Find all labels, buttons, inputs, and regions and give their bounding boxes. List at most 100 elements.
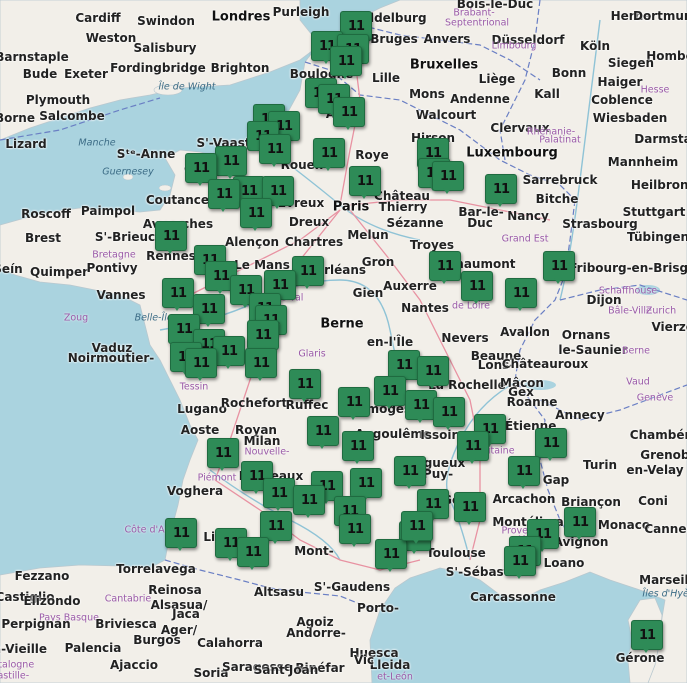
marker-pointer — [385, 403, 393, 409]
marker-label: 11 — [412, 397, 430, 413]
marker-box: 11 — [207, 438, 239, 468]
map-marker-11[interactable]: 11 — [330, 46, 362, 80]
marker-pointer — [468, 458, 476, 464]
marker-pointer — [444, 424, 452, 430]
map-marker-11[interactable]: 11 — [339, 514, 371, 548]
map-marker-11[interactable]: 11 — [338, 387, 370, 421]
marker-label: 11 — [401, 463, 419, 479]
map-marker-11[interactable]: 11 — [307, 416, 339, 450]
marker-box: 11 — [535, 428, 567, 458]
marker-label: 11 — [222, 153, 240, 169]
marker-label: 11 — [240, 183, 258, 199]
map-marker-11[interactable]: 11 — [208, 179, 240, 213]
map-marker-11[interactable]: 11 — [313, 138, 345, 172]
marker-label: 11 — [345, 394, 363, 410]
marker-box: 11 — [213, 336, 245, 366]
marker-box: 11 — [240, 198, 272, 228]
marker-pointer — [324, 165, 332, 171]
marker-pointer — [226, 555, 234, 561]
map-marker-11[interactable]: 11 — [432, 161, 464, 195]
marker-pointer — [196, 180, 204, 186]
marker-box: 11 — [350, 468, 382, 498]
map-marker-11[interactable]: 11 — [508, 456, 540, 490]
map-marker-11[interactable]: 11 — [213, 336, 245, 370]
map-marker-11[interactable]: 11 — [349, 166, 381, 200]
marker-label: 11 — [424, 363, 442, 379]
marker-box: 11 — [631, 620, 663, 650]
map-marker-11[interactable]: 11 — [631, 620, 663, 654]
land-guernsey — [122, 173, 134, 181]
map-marker-11[interactable]: 11 — [293, 485, 325, 519]
map-marker-11[interactable]: 11 — [485, 174, 517, 208]
map-marker-11[interactable]: 11 — [240, 198, 272, 232]
map-marker-11[interactable]: 11 — [162, 278, 194, 312]
marker-pointer — [176, 545, 184, 551]
marker-box: 11 — [263, 478, 295, 508]
marker-label: 11 — [356, 173, 374, 189]
map-marker-11[interactable]: 11 — [215, 146, 247, 180]
marker-pointer — [412, 538, 420, 544]
marker-box: 11 — [333, 97, 365, 127]
marker-box: 11 — [485, 174, 517, 204]
marker-pointer — [341, 73, 349, 79]
marker-pointer — [353, 458, 361, 464]
marker-box: 11 — [330, 46, 362, 76]
map-marker-11[interactable]: 11 — [394, 456, 426, 490]
map-marker-11[interactable]: 11 — [289, 369, 321, 403]
marker-label: 11 — [382, 546, 400, 562]
marker-label: 11 — [349, 438, 367, 454]
marker-label: 11 — [464, 438, 482, 454]
marker-label: 11 — [215, 186, 233, 202]
land-jersey — [158, 184, 172, 192]
map-marker-11[interactable]: 11 — [342, 431, 374, 465]
map-marker-11[interactable]: 11 — [263, 478, 295, 512]
map-marker-11[interactable]: 11 — [505, 278, 537, 312]
map-marker-11[interactable]: 11 — [417, 356, 449, 390]
map-marker-11[interactable]: 11 — [543, 251, 575, 285]
marker-label: 11 — [424, 496, 442, 512]
marker-label: 11 — [269, 183, 287, 199]
marker-label: 11 — [346, 521, 364, 537]
marker-label: 11 — [299, 263, 317, 279]
map-marker-11[interactable]: 11 — [429, 251, 461, 285]
marker-box: 11 — [307, 416, 339, 446]
map-marker-11[interactable]: 11 — [165, 518, 197, 552]
marker-label: 11 — [214, 445, 232, 461]
marker-pointer — [428, 383, 436, 389]
map-marker-11[interactable]: 11 — [292, 256, 324, 290]
map-marker-11[interactable]: 11 — [433, 397, 465, 431]
marker-box: 11 — [247, 320, 279, 350]
map-marker-11[interactable]: 11 — [374, 376, 406, 410]
marker-pointer — [322, 58, 330, 64]
marker-box: 11 — [313, 138, 345, 168]
map-marker-11[interactable]: 11 — [155, 221, 187, 255]
map-marker-11[interactable]: 11 — [333, 97, 365, 131]
marker-box: 11 — [342, 431, 374, 461]
map-marker-11[interactable]: 11 — [454, 492, 486, 526]
map-marker-11[interactable]: 11 — [245, 348, 277, 382]
marker-label: 11 — [381, 383, 399, 399]
marker-pointer — [472, 298, 480, 304]
marker-label: 11 — [440, 404, 458, 420]
map-marker-11[interactable]: 11 — [504, 546, 536, 580]
marker-label: 11 — [638, 627, 656, 643]
marker-pointer — [516, 305, 524, 311]
map-marker-11[interactable]: 11 — [564, 507, 596, 541]
map-marker-11[interactable]: 11 — [457, 431, 489, 465]
map-marker-11[interactable]: 11 — [461, 271, 493, 305]
marker-box: 11 — [429, 251, 461, 281]
marker-label: 11 — [461, 499, 479, 515]
map-marker-11[interactable]: 11 — [207, 438, 239, 472]
map-marker-11[interactable]: 11 — [237, 537, 269, 571]
marker-label: 11 — [542, 435, 560, 451]
marker-label: 11 — [247, 205, 265, 221]
marker-pointer — [440, 278, 448, 284]
map-marker-11[interactable]: 11 — [185, 348, 217, 382]
map-view[interactable]: Cardiff Swindon Londres Purleigh Middelburg B… — [0, 0, 687, 683]
map-marker-11[interactable]: 11 — [259, 134, 291, 168]
marker-pointer — [496, 201, 504, 207]
map-marker-11[interactable]: 11 — [401, 511, 433, 545]
map-marker-11[interactable]: 11 — [405, 390, 437, 424]
marker-box: 11 — [289, 369, 321, 399]
marker-box: 11 — [401, 511, 433, 541]
